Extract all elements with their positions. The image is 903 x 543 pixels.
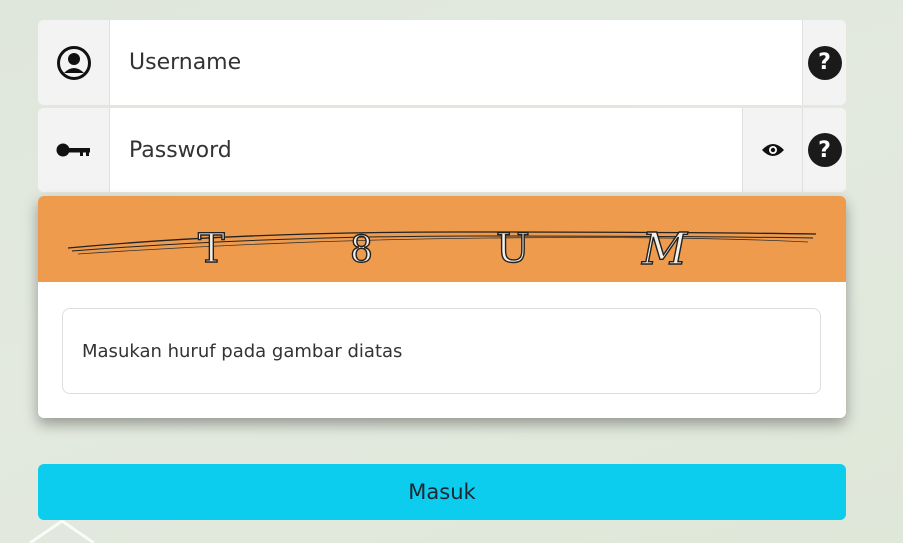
password-addon [38, 108, 110, 192]
username-addon [38, 20, 110, 105]
eye-icon [761, 144, 784, 156]
help-icon: ? [807, 45, 842, 80]
help-icon: ? [807, 133, 842, 167]
user-circle-icon [56, 45, 91, 80]
password-toggle-button[interactable] [742, 108, 802, 192]
key-icon [56, 143, 90, 157]
captcha-char: T [198, 226, 225, 272]
captcha-input[interactable]: Masukan huruf pada gambar diatas [62, 308, 821, 394]
username-input[interactable]: Username [110, 20, 802, 105]
username-field-group: Username ? [38, 20, 846, 105]
captcha-card: T 8 U M Masukan huruf pada gambar diatas [38, 196, 846, 418]
username-help-button[interactable]: ? [802, 20, 846, 105]
captcha-char: U [496, 226, 530, 272]
captcha-char: 8 [350, 230, 373, 271]
password-field-group: Password ? [38, 108, 846, 192]
password-help-button[interactable]: ? [802, 108, 846, 192]
captcha-image: T 8 U M [38, 196, 846, 282]
login-button[interactable]: Masuk [38, 464, 846, 520]
password-input[interactable]: Password [110, 108, 742, 192]
captcha-char: M [641, 224, 688, 275]
